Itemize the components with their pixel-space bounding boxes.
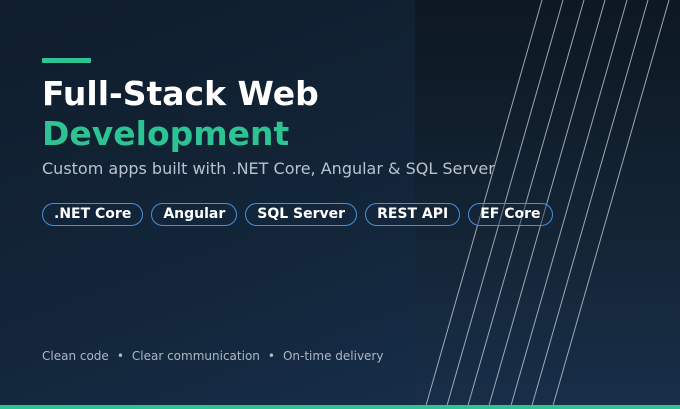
tag-rest-api: REST API xyxy=(365,203,461,226)
footer-separator: • xyxy=(116,349,124,363)
footer-item-clean-code: Clean code xyxy=(42,349,109,363)
bottom-accent-bar xyxy=(0,405,680,409)
tag-sql-server: SQL Server xyxy=(245,203,358,226)
footer-item-delivery: On-time delivery xyxy=(282,349,384,363)
footer-item-communication: Clear communication xyxy=(131,349,260,363)
diagonal-line xyxy=(551,0,670,409)
hero-title-line1: Full-Stack Web xyxy=(42,74,319,113)
tag-dotnet-core: .NET Core xyxy=(42,203,144,226)
tag-ef-core: EF Core xyxy=(468,203,553,226)
hero-subtitle: Custom apps built with .NET Core, Angula… xyxy=(42,159,495,178)
footer-value-props: Clean code • Clear communication • On-time d… xyxy=(42,349,383,363)
hero-title-line2: Development xyxy=(42,114,290,153)
tag-angular: Angular xyxy=(151,203,238,226)
tech-tag-list: .NET Core Angular SQL Server REST API EF… xyxy=(42,203,553,226)
accent-bar xyxy=(42,58,91,63)
footer-separator: • xyxy=(267,349,275,363)
